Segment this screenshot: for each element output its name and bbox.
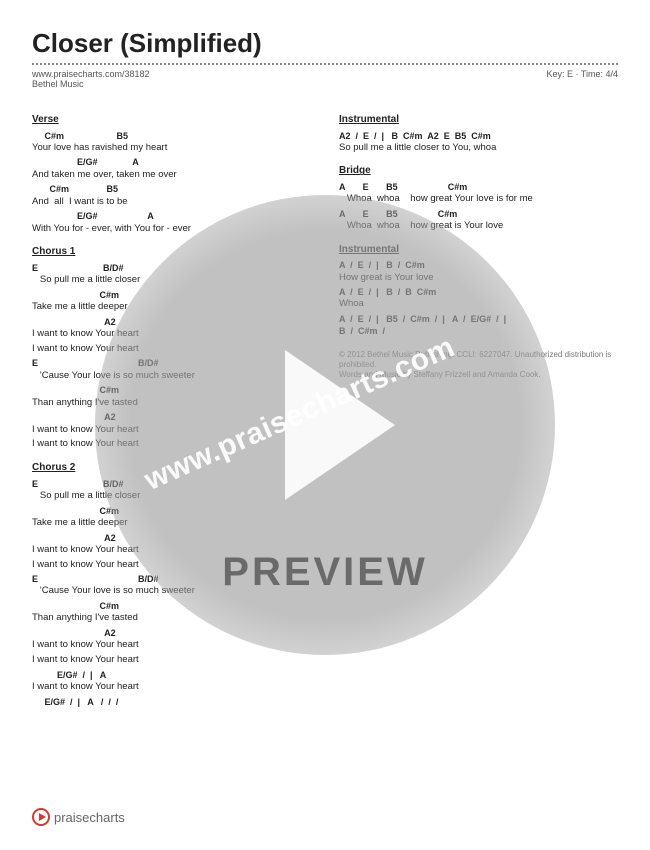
lyric-line: Than anything I've tasted — [32, 612, 311, 625]
chord-line: E/G# / | A / / / — [32, 696, 311, 708]
section-title: Chorus 1 — [32, 245, 311, 259]
meta-row: www.praisecharts.com/38182 Key: E · Time… — [32, 69, 618, 79]
song-title: Closer (Simplified) — [32, 28, 618, 59]
lyric-line: So pull me a little closer — [32, 274, 311, 287]
lyric-line: Whoa — [339, 298, 618, 311]
chord-line: A2 — [32, 316, 311, 328]
left-column: Verse C#m B5Your love has ravished my he… — [32, 103, 311, 708]
chord-line: A / E / | B / B C#m — [339, 286, 618, 298]
lyric-line: I want to know Your heart — [32, 559, 311, 572]
lyric-line: And all I want is to be — [32, 196, 311, 209]
chord-line: E B/D# — [32, 478, 311, 490]
lyric-line: Take me a little deeper — [32, 301, 311, 314]
lyric-line: Your love has ravished my heart — [32, 142, 311, 155]
lyric-line: I want to know Your heart — [32, 681, 311, 694]
section-title: Instrumental — [339, 113, 618, 127]
chord-line: B / C#m / — [339, 325, 618, 337]
footer-logo: praisecharts — [32, 808, 125, 826]
lyric-line: I want to know Your heart — [32, 343, 311, 356]
source-url: www.praisecharts.com/38182 — [32, 69, 150, 79]
page: Closer (Simplified) www.praisecharts.com… — [0, 0, 650, 850]
lyric-line: Take me a little deeper — [32, 517, 311, 530]
chord-line: C#m B5 — [32, 183, 311, 195]
chord-line: A2 — [32, 411, 311, 423]
content-columns: Verse C#m B5Your love has ravished my he… — [32, 103, 618, 708]
lyric-line: How great is Your love — [339, 272, 618, 285]
lyric-line: With You for - ever, with You for - ever — [32, 223, 311, 236]
logo-play-icon — [32, 808, 50, 826]
chord-line: E B/D# — [32, 573, 311, 585]
chord-line: A / E / | B / C#m — [339, 259, 618, 271]
copyright: © 2012 Bethel Music Publishing. CCLI: 62… — [339, 350, 618, 381]
chord-line: A2 — [32, 532, 311, 544]
lyric-line: Than anything I've tasted — [32, 397, 311, 410]
section-title: Verse — [32, 113, 311, 127]
lyric-line: Whoa whoa how great is Your love — [339, 220, 618, 233]
chord-line: E B/D# — [32, 357, 311, 369]
lyric-line: 'Cause Your love is so much sweeter — [32, 370, 311, 383]
lyric-line: So pull me a little closer — [32, 490, 311, 503]
chord-line: A2 / E / | B C#m A2 E B5 C#m — [339, 130, 618, 142]
section-title: Chorus 2 — [32, 461, 311, 475]
lyric-line: I want to know Your heart — [32, 544, 311, 557]
chord-line: E/G# / | A — [32, 669, 311, 681]
chord-line: E/G# A — [32, 156, 311, 168]
right-column: Instrumental A2 / E / | B C#m A2 E B5 C#m… — [339, 103, 618, 708]
artist: Bethel Music — [32, 79, 618, 89]
chord-line: E B/D# — [32, 262, 311, 274]
lyric-line: And taken me over, taken me over — [32, 169, 311, 182]
footer-brand: praisecharts — [54, 810, 125, 825]
lyric-line: I want to know Your heart — [32, 438, 311, 451]
chord-line: A E B5 C#m — [339, 208, 618, 220]
key-time: Key: E · Time: 4/4 — [546, 69, 618, 79]
chord-line: C#m — [32, 384, 311, 396]
section-title: Bridge — [339, 164, 618, 178]
chord-line: E/G# A — [32, 210, 311, 222]
chord-line: A E B5 C#m — [339, 181, 618, 193]
lyric-line: I want to know Your heart — [32, 654, 311, 667]
chord-line: C#m — [32, 600, 311, 612]
lyric-line: Whoa whoa how great Your love is for me — [339, 193, 618, 206]
lyric-line: So pull me a little closer to You, whoa — [339, 142, 618, 155]
lyric-line: I want to know Your heart — [32, 424, 311, 437]
chord-line: C#m — [32, 505, 311, 517]
chord-line: A / E / | B5 / C#m / | A / E/G# / | — [339, 313, 618, 325]
chord-line: A2 — [32, 627, 311, 639]
chord-line: C#m B5 — [32, 130, 311, 142]
lyric-line: I want to know Your heart — [32, 328, 311, 341]
lyric-line: 'Cause Your love is so much sweeter — [32, 585, 311, 598]
divider — [32, 63, 618, 65]
section-title: Instrumental — [339, 243, 618, 257]
lyric-line: I want to know Your heart — [32, 639, 311, 652]
chord-line: C#m — [32, 289, 311, 301]
